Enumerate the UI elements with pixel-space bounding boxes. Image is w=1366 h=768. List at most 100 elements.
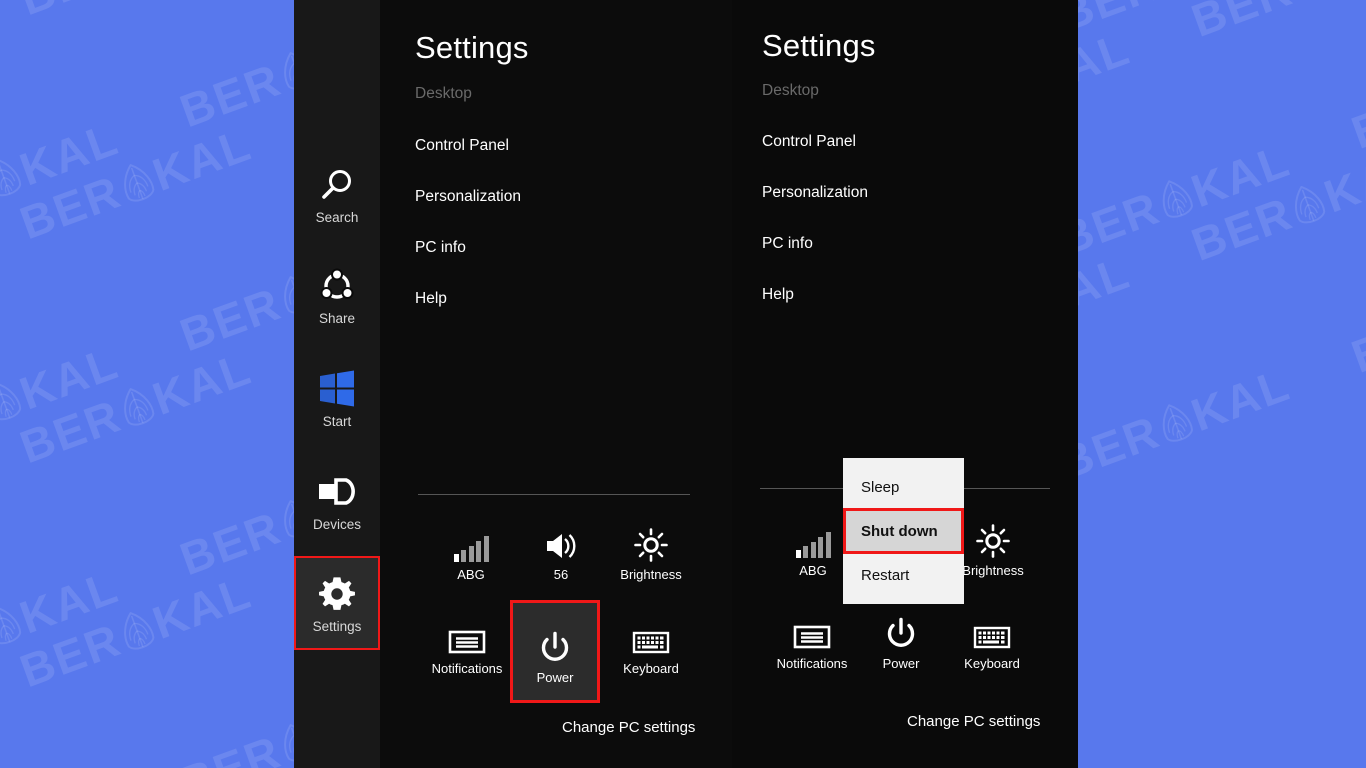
watermark-word: BERKAL [13, 117, 259, 250]
power-icon [538, 619, 572, 665]
watermark-text-tail: KAL [12, 560, 126, 644]
watermark-text-head: BER [173, 53, 288, 138]
brightness-sun-icon [976, 512, 1010, 558]
signal-bars-icon [453, 516, 489, 562]
charm-item-settings[interactable]: Settings [294, 556, 380, 650]
volume-icon [543, 516, 579, 562]
settings-link-help[interactable]: Help [762, 286, 794, 304]
settings-link-desktop[interactable]: Desktop [762, 82, 819, 100]
devices-icon [316, 470, 358, 514]
leaf-logo-icon [114, 158, 160, 207]
watermark-text-tail: KAL [1184, 133, 1297, 218]
panel-title: Settings [415, 30, 529, 65]
watermark-text-head: BER [173, 277, 288, 362]
quick-tile-notifications[interactable]: Notifications [422, 610, 512, 675]
quick-tile-network[interactable]: ABG [426, 516, 516, 581]
quick-tile-label: Power [882, 656, 920, 671]
quick-tile-keyboard[interactable]: Keyboard [606, 610, 696, 675]
quick-tile-notifications-right[interactable]: Notifications [767, 605, 857, 670]
notifications-icon [448, 610, 486, 656]
screenshot-region: BERKALBERKALBERKALBERKALBERKALBERKALBERK… [294, 0, 1078, 768]
notifications-icon [793, 605, 831, 651]
watermark-text-tail: KAL [1184, 357, 1297, 442]
watermark-text-head: BER [13, 389, 128, 474]
charm-item-label: Settings [312, 619, 362, 635]
watermark-text-tail: KAL [145, 565, 259, 649]
keyboard-icon [973, 605, 1011, 651]
quick-tile-power-right[interactable]: Power [856, 605, 946, 670]
quick-tile-volume[interactable]: 56 [516, 516, 606, 581]
watermark-word: BERKAL [0, 111, 126, 244]
signal-bars-icon [795, 512, 831, 558]
watermark-text-tail: KAL [145, 117, 259, 201]
watermark-text-head: BER [1344, 74, 1366, 159]
watermark-word: BERKAL [0, 0, 126, 21]
watermark-text-head: BER [13, 165, 128, 250]
leaf-logo-icon [1153, 399, 1199, 448]
leaf-logo-icon [0, 601, 27, 650]
quick-tile-label: ABG [799, 563, 827, 578]
quick-tile-label: Keyboard [964, 656, 1020, 671]
settings-link-help[interactable]: Help [415, 290, 447, 308]
leaf-logo-icon [0, 153, 27, 202]
watermark-word: BERKAL [13, 565, 259, 698]
watermark-text-head: BER [13, 0, 128, 26]
search-icon [318, 163, 356, 207]
quick-tile-keyboard-right[interactable]: Keyboard [947, 605, 1037, 670]
watermark-word: BERKAL [1184, 0, 1366, 48]
watermark-text-tail: KAL [12, 336, 126, 420]
power-menu-item-shut-down[interactable]: Shut down [843, 508, 964, 554]
quick-tile-label: Brightness [620, 567, 682, 582]
watermark-text-head: BER [13, 613, 128, 698]
panel-title: Settings [762, 28, 876, 63]
windows-logo-icon [316, 367, 358, 411]
watermark-word: BERKAL [0, 559, 126, 692]
watermark-word: BERKAL [13, 0, 259, 26]
leaf-logo-icon [1286, 180, 1332, 229]
power-icon [884, 605, 918, 651]
watermark-word: BERKAL [1052, 357, 1298, 490]
quick-tile-label: Keyboard [623, 661, 679, 676]
share-icon [318, 264, 356, 308]
charm-item-label: Search [315, 210, 359, 226]
watermark-word: BERKAL [0, 335, 126, 468]
watermark-word: BERKAL [1052, 0, 1298, 42]
charm-item-share[interactable]: Share [294, 249, 380, 341]
quick-tile-brightness[interactable]: Brightness [606, 516, 696, 581]
leaf-logo-icon [114, 382, 160, 431]
settings-link-control-panel[interactable]: Control Panel [415, 137, 509, 155]
charm-item-label: Devices [312, 517, 361, 533]
charm-item-label: Share [318, 311, 356, 327]
watermark-text-head: BER [173, 501, 288, 586]
watermark-text-tail: KAL [145, 341, 259, 425]
settings-link-personalization[interactable]: Personalization [415, 188, 521, 206]
settings-link-pc-info[interactable]: PC info [415, 239, 466, 257]
leaf-logo-icon [1286, 0, 1332, 5]
watermark-word: BERKAL [1344, 250, 1366, 383]
settings-link-desktop[interactable]: Desktop [415, 85, 472, 103]
gear-icon [318, 572, 356, 616]
settings-link-control-panel[interactable]: Control Panel [762, 133, 856, 151]
change-pc-settings-link-right[interactable]: Change PC settings [907, 713, 1040, 730]
power-menu-item-sleep[interactable]: Sleep [843, 466, 964, 508]
charm-item-start[interactable]: Start [294, 352, 380, 444]
power-menu-item-restart[interactable]: Restart [843, 554, 964, 596]
quick-tile-label: Notifications [776, 656, 848, 671]
change-pc-settings-link-left[interactable]: Change PC settings [562, 719, 695, 736]
charm-item-label: Start [322, 414, 352, 430]
quick-tile-label: 56 [553, 567, 569, 582]
watermark-text-head: BER [173, 725, 288, 768]
charm-item-devices[interactable]: Devices [294, 455, 380, 547]
power-menu: Sleep Shut down Restart [843, 458, 964, 604]
charm-item-search[interactable]: Search [294, 148, 380, 240]
settings-link-pc-info[interactable]: PC info [762, 235, 813, 253]
leaf-logo-icon [114, 606, 160, 655]
quick-tile-power[interactable]: Power [510, 600, 600, 703]
quick-tile-label: Power [536, 670, 574, 685]
watermark-text-head: BER [1184, 0, 1300, 47]
panel-divider [418, 494, 690, 495]
settings-link-personalization[interactable]: Personalization [762, 184, 868, 202]
quick-tile-label: Brightness [962, 563, 1024, 578]
watermark-word: BERKAL [1052, 133, 1298, 266]
watermark-text-tail: KAL [1317, 139, 1366, 223]
